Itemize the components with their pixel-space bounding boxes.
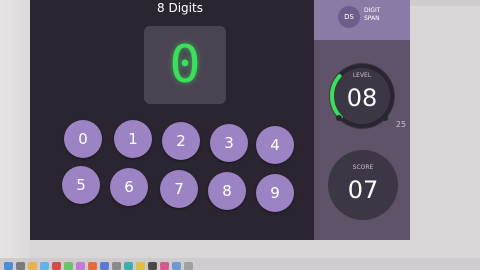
ring-knob-left [336, 115, 342, 121]
digit-span-app: 8 Digits 0 0 1 2 3 4 5 6 7 8 9 DS DIGIT … [30, 0, 410, 240]
settings-icon[interactable] [112, 262, 121, 270]
digit-key-8[interactable]: 8 [208, 172, 246, 210]
ring-knob-right [382, 115, 388, 121]
stats-sidebar: DS DIGIT SPAN LEVEL 08 25 SCORE 07 [314, 0, 410, 240]
trash-icon[interactable] [184, 262, 193, 270]
messages-icon[interactable] [64, 262, 73, 270]
digit-display: 0 [144, 26, 226, 104]
score-label: SCORE [352, 164, 374, 171]
mail-icon[interactable] [136, 262, 145, 270]
terminal-icon[interactable] [148, 262, 157, 270]
calendar-icon[interactable] [52, 262, 61, 270]
digit-key-5[interactable]: 5 [62, 166, 100, 204]
level-value: 08 [346, 84, 378, 112]
digit-key-2[interactable]: 2 [162, 122, 200, 160]
notes-icon[interactable] [28, 262, 37, 270]
digit-key-4[interactable]: 4 [256, 126, 294, 164]
desktop-background [0, 0, 30, 270]
brand-name-line2: SPAN [364, 15, 380, 22]
finder-icon[interactable] [4, 262, 13, 270]
level-max: 25 [394, 120, 408, 129]
display-digit: 0 [169, 35, 201, 95]
music-icon[interactable] [160, 262, 169, 270]
score-value: 07 [347, 176, 379, 204]
brand-name-line1: DIGIT [364, 7, 381, 14]
digit-key-0[interactable]: 0 [64, 120, 102, 158]
preview-icon[interactable] [172, 262, 181, 270]
brand-name: DIGIT SPAN [364, 7, 404, 23]
digit-key-7[interactable]: 7 [160, 170, 198, 208]
brand-header: DS DIGIT SPAN [314, 0, 410, 40]
level-label: LEVEL [352, 72, 372, 79]
app-store-icon[interactable] [100, 262, 109, 270]
app-logo: DS [338, 6, 360, 28]
maps-icon[interactable] [124, 262, 133, 270]
digit-key-6[interactable]: 6 [110, 168, 148, 206]
safari-icon[interactable] [40, 262, 49, 270]
itunes-icon[interactable] [76, 262, 85, 270]
launchpad-icon[interactable] [16, 262, 25, 270]
photos-icon[interactable] [88, 262, 97, 270]
digit-key-9[interactable]: 9 [256, 174, 294, 212]
digit-key-1[interactable]: 1 [114, 120, 152, 158]
digit-key-3[interactable]: 3 [210, 124, 248, 162]
level-max-value: 25 [395, 120, 407, 129]
game-title: 8 Digits [157, 1, 203, 15]
